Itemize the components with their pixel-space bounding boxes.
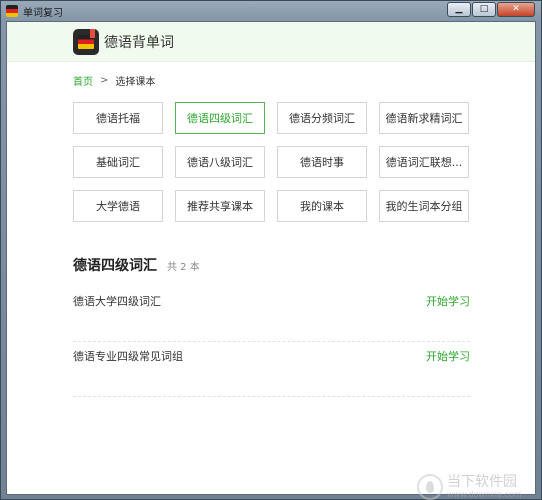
app-header: 德语背单词 [7,22,535,62]
course-button-selected[interactable]: 德语四级词汇 [175,102,265,134]
drop-icon [426,481,434,493]
section-header: 德语四级词汇 共 2 本 [73,255,200,275]
list-item: 德语专业四级常见词组 开始学习 [73,342,470,397]
book-list: 德语大学四级词汇 开始学习 德语专业四级常见词组 开始学习 [73,287,470,397]
course-button[interactable]: 德语词汇联想... [379,146,469,178]
book-count: 共 2 本 [167,262,200,273]
course-button[interactable]: 德语分频词汇 [277,102,367,134]
breadcrumb-current: 选择课本 [115,77,156,88]
course-button[interactable]: 德语时事 [277,146,367,178]
book-name: 德语大学四级词汇 [73,295,161,308]
course-button[interactable]: 我的生词本分组 [379,190,469,222]
course-button[interactable]: 大学德语 [73,190,163,222]
list-item: 德语大学四级词汇 开始学习 [73,287,470,342]
app-window: 单词复习 ▁ □ ✕ 德语背单词 首页 > 选择课本 德语托福 德语四级词汇 德… [0,0,542,500]
close-button[interactable]: ✕ [497,2,535,17]
minimize-button[interactable]: ▁ [447,2,471,17]
window-titlebar[interactable]: 单词复习 ▁ □ ✕ [1,1,541,21]
window-title: 单词复习 [23,7,63,19]
course-button[interactable]: 德语托福 [73,102,163,134]
course-button[interactable]: 我的课本 [277,190,367,222]
watermark-main: 当下软件园 [447,474,517,490]
bookmark-icon [90,29,95,38]
breadcrumb-home-link[interactable]: 首页 [73,73,93,88]
course-grid: 德语托福 德语四级词汇 德语分频词汇 德语新求精词汇 基础词汇 德语八级词汇 德… [73,102,469,222]
app-title: 德语背单词 [104,35,174,51]
course-button[interactable]: 德语新求精词汇 [379,102,469,134]
breadcrumb: 首页 > 选择课本 [73,73,155,88]
book-name: 德语专业四级常见词组 [73,350,183,363]
app-flag-icon [6,5,18,17]
maximize-button[interactable]: □ [472,2,496,17]
german-book-icon [73,29,99,55]
breadcrumb-separator: > [100,75,109,86]
course-button[interactable]: 推荐共享课本 [175,190,265,222]
course-button[interactable]: 德语八级词汇 [175,146,265,178]
section-title: 德语四级词汇 [73,258,157,274]
watermark-logo-icon [417,474,443,500]
watermark-url: www.downxia.com [447,490,522,499]
course-button[interactable]: 基础词汇 [73,146,163,178]
window-controls: ▁ □ ✕ [447,2,535,17]
start-learning-button[interactable]: 开始学习 [426,293,470,309]
client-area: 德语背单词 首页 > 选择课本 德语托福 德语四级词汇 德语分频词汇 德语新求精… [6,21,536,500]
watermark: 当下软件园 www.downxia.com [417,474,522,500]
watermark-text: 当下软件园 www.downxia.com [447,475,522,499]
start-learning-button[interactable]: 开始学习 [426,348,470,364]
